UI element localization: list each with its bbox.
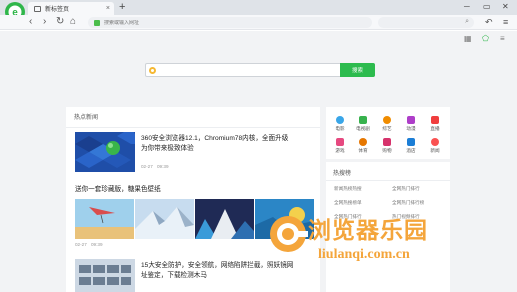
news-item-date: 02-27 bbox=[75, 242, 87, 247]
menu-button[interactable]: ≡ bbox=[503, 16, 508, 28]
skin-icon[interactable]: ⬠ bbox=[482, 34, 489, 43]
security-shield-icon bbox=[94, 19, 100, 26]
search-button[interactable]: 搜索 bbox=[340, 63, 375, 77]
news-thumbnail-sphere[interactable] bbox=[75, 132, 135, 172]
live-icon bbox=[431, 116, 439, 124]
grid-view-icon[interactable]: ▦ bbox=[464, 34, 472, 43]
tab-page-icon bbox=[34, 5, 41, 12]
tab-close-icon[interactable]: × bbox=[106, 4, 110, 13]
sports-icon bbox=[359, 138, 367, 146]
app-sports[interactable]: 体育 bbox=[353, 138, 373, 154]
wallpaper-thumbnail[interactable] bbox=[75, 199, 134, 239]
maximize-button[interactable]: ▭ bbox=[483, 2, 491, 12]
hot-item[interactable]: 新闻热榜热搜 bbox=[334, 186, 362, 192]
movie-icon bbox=[336, 116, 344, 124]
shopping-icon bbox=[383, 138, 391, 146]
anime-icon bbox=[407, 116, 415, 124]
app-anime[interactable]: 动漫 bbox=[401, 116, 421, 132]
tab-bar: e 新标签页 × + ─ ▭ ✕ bbox=[0, 0, 517, 22]
hot-item[interactable]: 全网热搜榜单 bbox=[334, 200, 362, 206]
news-item-date: 02-27 bbox=[141, 164, 153, 169]
app-hotel[interactable]: 酒店 bbox=[401, 138, 421, 154]
divider bbox=[326, 180, 450, 181]
hot-item[interactable]: 全网热门排行榜 bbox=[392, 200, 424, 206]
variety-icon bbox=[383, 116, 391, 124]
new-tab-content: ▦ ⬠ ≡ 搜索 热点新闻 360安全浏览器12.1，Chromium78内核，… bbox=[0, 31, 517, 292]
settings-icon[interactable]: ≡ bbox=[500, 34, 505, 43]
close-window-button[interactable]: ✕ bbox=[502, 2, 509, 12]
refresh-button[interactable]: ↻ bbox=[56, 16, 64, 28]
divider bbox=[66, 127, 320, 128]
news-item-title[interactable]: 360安全浏览器12.1，Chromium78内核，全面升级 为你带来极致体验 bbox=[141, 134, 288, 154]
news-icon bbox=[431, 138, 439, 146]
app-shopping[interactable]: 购物 bbox=[377, 138, 397, 154]
news-panel-title: 热点新闻 bbox=[74, 115, 99, 121]
quick-apps-panel: 电影 电视剧 综艺 动漫 直播 游戏 体育 购物 酒店 新闻 bbox=[326, 107, 450, 159]
tab-title: 新标签页 bbox=[45, 7, 70, 13]
hot-item[interactable]: 全网热门排行 bbox=[392, 186, 420, 192]
address-input[interactable] bbox=[104, 19, 304, 26]
minimize-button[interactable]: ─ bbox=[464, 2, 470, 12]
hot-panel-title: 热搜榜 bbox=[333, 171, 352, 177]
tv-icon bbox=[359, 116, 367, 124]
forward-button[interactable]: › bbox=[43, 16, 46, 28]
app-variety[interactable]: 综艺 bbox=[377, 116, 397, 132]
watermark-text: 浏览器乐园 bbox=[308, 218, 428, 243]
news-item-time: 09:39 bbox=[157, 164, 169, 169]
hotel-icon bbox=[407, 138, 415, 146]
watermark-url: liulanqi.com.cn bbox=[318, 247, 410, 262]
main-search-input[interactable] bbox=[160, 65, 340, 75]
app-news[interactable]: 新闻 bbox=[425, 138, 445, 154]
toolbar: ‹ › ↻ ⌂ ⌕ ↶ ≡ bbox=[0, 15, 517, 30]
new-tab-button[interactable]: + bbox=[119, 1, 125, 13]
wallpaper-thumbnail[interactable] bbox=[135, 199, 194, 239]
news-thumbnail-security[interactable] bbox=[75, 259, 135, 292]
app-game[interactable]: 游戏 bbox=[330, 138, 350, 154]
watermark-logo-icon bbox=[270, 216, 308, 252]
undo-close-tab-button[interactable]: ↶ bbox=[485, 16, 493, 28]
search-icon[interactable]: ⌕ bbox=[465, 18, 469, 26]
news-item-title[interactable]: 送你一套珍藏版，糖果色壁纸 bbox=[75, 185, 161, 195]
toolbar-search-box[interactable]: ⌕ bbox=[378, 17, 474, 28]
news-item-title[interactable]: 15大安全防护，安全领航，网络陷阱拦截，照妖镜网 址鉴定，下载检测木马 bbox=[141, 261, 293, 281]
app-movie[interactable]: 电影 bbox=[330, 116, 350, 132]
hot-news-panel: 热点新闻 360安全浏览器12.1，Chromium78内核，全面升级 为你带来… bbox=[66, 107, 320, 292]
app-tv-series[interactable]: 电视剧 bbox=[353, 116, 373, 132]
wallpaper-thumbnail[interactable] bbox=[195, 199, 254, 239]
back-button[interactable]: ‹ bbox=[29, 16, 32, 28]
address-bar[interactable] bbox=[88, 17, 372, 28]
tab-new-page[interactable]: 新标签页 × bbox=[28, 2, 114, 15]
app-live[interactable]: 直播 bbox=[425, 116, 445, 132]
news-item-time: 09:39 bbox=[91, 242, 103, 247]
game-icon bbox=[336, 138, 344, 146]
search-engine-icon[interactable] bbox=[149, 67, 156, 74]
home-button[interactable]: ⌂ bbox=[70, 16, 76, 28]
